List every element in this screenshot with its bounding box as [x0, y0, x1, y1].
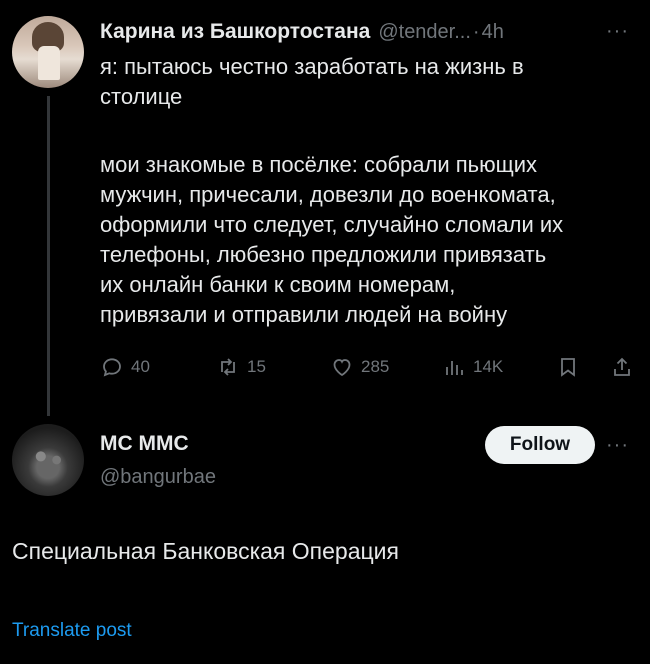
- author-avatar[interactable]: [12, 16, 84, 88]
- more-options-icon[interactable]: ···: [606, 20, 629, 43]
- tweet-text-line: мои знакомые в посёлке: собрали пьющих: [100, 152, 538, 177]
- separator-dot: ·: [472, 21, 480, 43]
- heart-icon: [333, 359, 351, 377]
- avatar-figure: [38, 46, 60, 80]
- reply-author-name[interactable]: MC MMC: [100, 432, 189, 456]
- reply-icon: [103, 358, 121, 377]
- like-button[interactable]: 285: [330, 355, 389, 379]
- reply-author-handle[interactable]: @bangurbae: [100, 466, 216, 489]
- share-button[interactable]: [610, 355, 634, 379]
- repost-icon: [221, 358, 235, 376]
- tweet-text-line: я: пытаюсь честно заработать на жизнь в: [100, 54, 524, 79]
- share-icon: [614, 357, 630, 376]
- tweet-text-line: телефоны, любезно предложили привязать: [100, 242, 547, 267]
- repost-count: 15: [247, 357, 266, 376]
- reply-more-options-icon[interactable]: ···: [606, 434, 629, 457]
- tweet-text-line: их онлайн банки к своим номерам,: [100, 272, 456, 297]
- views-count: 14K: [473, 357, 504, 376]
- repost-button[interactable]: 15: [216, 355, 266, 379]
- like-count: 285: [361, 357, 390, 376]
- author-handle[interactable]: @tender...: [378, 21, 471, 44]
- reply-button[interactable]: 40: [100, 355, 150, 379]
- post-time[interactable]: 4h: [482, 21, 504, 44]
- author-name[interactable]: Карина из Башкортостана: [100, 20, 370, 44]
- tweet-header: Карина из Башкортостана @tender... · 4h: [100, 20, 640, 44]
- views-button[interactable]: 14K: [442, 355, 503, 379]
- tweet-text-line: привязали и отправили людей на войну: [100, 302, 508, 327]
- bookmark-button[interactable]: [556, 355, 580, 379]
- tweet-text-line: оформили что следует, случайно сломали и…: [100, 212, 564, 237]
- thread-line: [47, 96, 50, 416]
- tweet-text-line: столице: [100, 84, 183, 109]
- bookmark-icon: [561, 358, 575, 377]
- reply-count: 40: [131, 357, 150, 376]
- reply-text: Специальная Банковская Операция: [12, 538, 399, 564]
- reply-author-avatar[interactable]: [12, 424, 84, 496]
- tweet-text-line: мужчин, причесали, довезли до военкомата…: [100, 182, 556, 207]
- views-icon: [446, 361, 463, 375]
- follow-button[interactable]: Follow: [485, 426, 595, 464]
- translate-post-link[interactable]: Translate post: [12, 620, 132, 642]
